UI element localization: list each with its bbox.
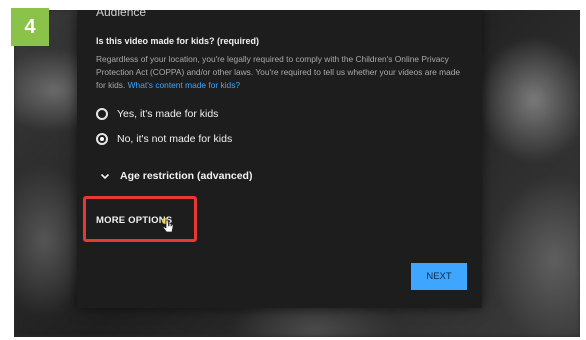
option-made-for-kids-label: Yes, it's made for kids <box>117 108 219 120</box>
upload-details-dialog: Audience Is this video made for kids? (r… <box>77 10 482 308</box>
option-not-made-for-kids-label: No, it's not made for kids <box>117 133 233 145</box>
chevron-down-icon <box>100 173 110 180</box>
next-button[interactable]: NEXT <box>411 263 467 290</box>
annotation-highlight-box <box>83 196 197 242</box>
hand-cursor-icon <box>162 218 174 233</box>
age-restriction-label: Age restriction (advanced) <box>120 170 253 182</box>
coppa-description: Regardless of your location, you're lega… <box>96 53 466 92</box>
video-frame: Audience Is this video made for kids? (r… <box>14 10 580 337</box>
made-for-kids-help-link[interactable]: What's content made for kids? <box>128 80 240 90</box>
radio-unchecked-icon[interactable] <box>96 108 108 120</box>
made-for-kids-question: Is this video made for kids? (required) <box>96 36 260 46</box>
age-restriction-toggle[interactable]: Age restriction (advanced) <box>99 170 252 182</box>
radio-checked-icon[interactable] <box>96 133 108 145</box>
audience-heading: Audience <box>96 10 147 19</box>
option-not-made-for-kids[interactable]: No, it's not made for kids <box>96 133 232 145</box>
option-made-for-kids[interactable]: Yes, it's made for kids <box>96 108 218 120</box>
step-number-badge: 4 <box>11 8 49 46</box>
